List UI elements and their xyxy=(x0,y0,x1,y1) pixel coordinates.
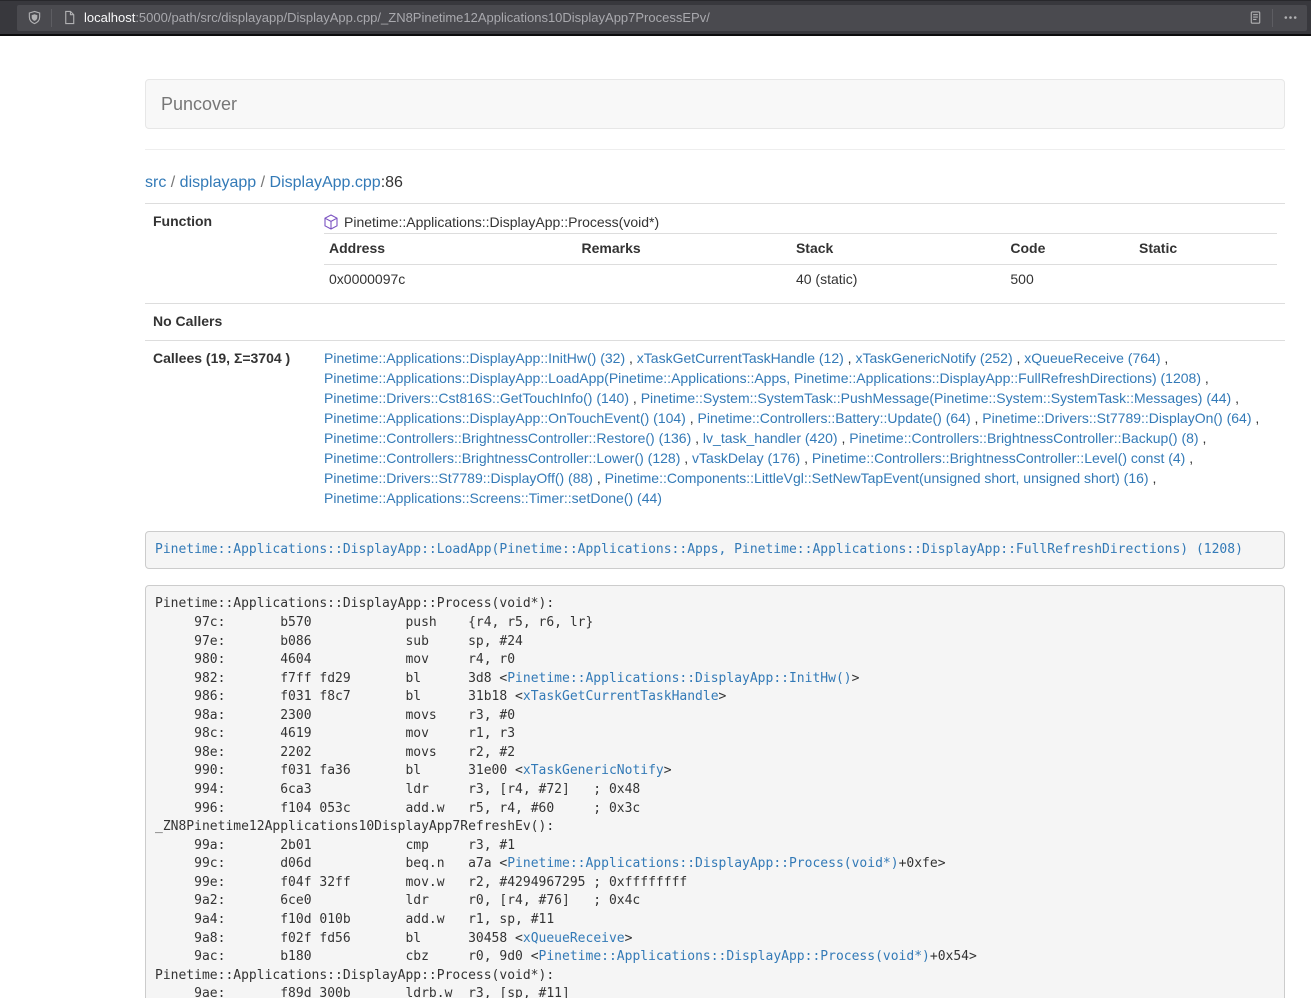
loadapp-code-box: Pinetime::Applications::DisplayApp::Load… xyxy=(145,531,1285,570)
callee-link[interactable]: Pinetime::Controllers::BrightnessControl… xyxy=(324,450,680,466)
callee-link[interactable]: xTaskGenericNotify (252) xyxy=(855,350,1012,366)
breadcrumb-separator: / xyxy=(166,174,179,191)
breadcrumb: src / displayapp / DisplayApp.cpp:86 xyxy=(145,174,1285,192)
remarks-value xyxy=(577,264,791,294)
breadcrumb-separator: / xyxy=(256,174,269,191)
url-path: :5000/path/src/displayapp/DisplayApp.cpp… xyxy=(135,10,710,25)
col-header-static: Static xyxy=(1134,234,1277,265)
url-text[interactable]: localhost:5000/path/src/displayapp/Displ… xyxy=(84,10,1244,25)
col-header-stack: Stack xyxy=(791,234,1005,265)
callee-link[interactable]: vTaskDelay (176) xyxy=(692,450,800,466)
stack-value: 40 (static) xyxy=(791,264,1005,294)
function-name-line: Pinetime::Applications::DisplayApp::Proc… xyxy=(324,212,1277,232)
table-row-function: Function Pinetime::Applications::Display… xyxy=(145,204,1285,304)
brand-link[interactable]: Puncover xyxy=(146,94,252,115)
loadapp-link[interactable]: Pinetime::Applications::DisplayApp::Load… xyxy=(155,542,1243,557)
col-header-address: Address xyxy=(324,234,577,265)
callee-link[interactable]: Pinetime::Components::LittleVgl::SetNewT… xyxy=(605,470,1149,486)
callee-link[interactable]: Pinetime::Applications::DisplayApp::Load… xyxy=(324,370,1201,386)
asm-symbol-link[interactable]: xTaskGenericNotify xyxy=(523,763,664,778)
callee-link[interactable]: Pinetime::Drivers::St7789::DisplayOff() … xyxy=(324,470,593,486)
col-header-code: Code xyxy=(1005,234,1134,265)
callee-link[interactable]: Pinetime::Applications::DisplayApp::Init… xyxy=(324,350,625,366)
package-cube-icon xyxy=(324,214,338,230)
table-row-callees: Callees (19, Σ=3704 ) Pinetime::Applicat… xyxy=(145,340,1285,516)
callee-link[interactable]: Pinetime::Drivers::Cst816S::GetTouchInfo… xyxy=(324,390,629,406)
callee-link[interactable]: Pinetime::System::SystemTask::PushMessag… xyxy=(641,390,1232,406)
breadcrumb-link[interactable]: DisplayApp.cpp xyxy=(270,174,381,191)
callee-link[interactable]: Pinetime::Controllers::BrightnessControl… xyxy=(324,430,691,446)
breadcrumb-link[interactable]: displayapp xyxy=(180,174,257,191)
col-header-remarks: Remarks xyxy=(577,234,791,265)
breadcrumb-link[interactable]: src xyxy=(145,174,166,191)
page-container: Puncover src / displayapp / DisplayApp.c… xyxy=(145,79,1285,998)
callee-link[interactable]: Pinetime::Controllers::Battery::Update()… xyxy=(698,410,971,426)
function-row-label: Function xyxy=(145,204,316,304)
function-table: Function Pinetime::Applications::Display… xyxy=(145,203,1285,517)
detail-value-row: 0x0000097c 40 (static) 500 xyxy=(324,264,1277,294)
asm-symbol-link[interactable]: Pinetime::Applications::DisplayApp::Proc… xyxy=(507,856,898,871)
code-value: 500 xyxy=(1005,264,1134,294)
divider xyxy=(145,149,1285,150)
shield-icon[interactable] xyxy=(23,7,45,29)
asm-symbol-link[interactable]: Pinetime::Applications::DisplayApp::Proc… xyxy=(539,949,930,964)
no-callers-label: No Callers xyxy=(145,303,316,340)
urlbar-divider xyxy=(51,9,52,27)
callee-link[interactable]: Pinetime::Applications::Screens::Timer::… xyxy=(324,490,662,506)
callees-list: Pinetime::Applications::DisplayApp::Init… xyxy=(316,340,1285,516)
navbar: Puncover xyxy=(145,79,1285,129)
function-name: Pinetime::Applications::DisplayApp::Proc… xyxy=(344,212,659,232)
browser-toolbar: localhost:5000/path/src/displayapp/Displ… xyxy=(0,0,1311,36)
page-actions-ellipsis-icon[interactable] xyxy=(1279,7,1301,29)
callee-link[interactable]: xTaskGetCurrentTaskHandle (12) xyxy=(637,350,844,366)
callee-link[interactable]: Pinetime::Controllers::BrightnessControl… xyxy=(812,450,1185,466)
function-detail-table: Address Remarks Stack Code Static 0x0000… xyxy=(324,233,1277,295)
disassembly-box: Pinetime::Applications::DisplayApp::Proc… xyxy=(145,585,1285,998)
address-value: 0x0000097c xyxy=(324,264,577,294)
static-value xyxy=(1134,264,1277,294)
url-bar[interactable]: localhost:5000/path/src/displayapp/Displ… xyxy=(17,5,1307,31)
callee-link[interactable]: lv_task_handler (420) xyxy=(703,430,838,446)
callee-link[interactable]: Pinetime::Controllers::BrightnessControl… xyxy=(849,430,1198,446)
detail-header-row: Address Remarks Stack Code Static xyxy=(324,234,1277,265)
table-row-no-callers: No Callers xyxy=(145,303,1285,340)
asm-symbol-link[interactable]: Pinetime::Applications::DisplayApp::Init… xyxy=(507,671,851,686)
callee-link[interactable]: Pinetime::Applications::DisplayApp::OnTo… xyxy=(324,410,686,426)
callee-link[interactable]: Pinetime::Drivers::St7789::DisplayOn() (… xyxy=(982,410,1251,426)
asm-symbol-link[interactable]: xTaskGetCurrentTaskHandle xyxy=(523,689,719,704)
url-host: localhost xyxy=(84,10,135,25)
asm-symbol-link[interactable]: xQueueReceive xyxy=(523,931,625,946)
page-icon[interactable] xyxy=(58,7,80,29)
reader-mode-icon[interactable] xyxy=(1244,7,1266,29)
callee-link[interactable]: xQueueReceive (764) xyxy=(1024,350,1160,366)
urlbar-divider xyxy=(1272,9,1273,27)
callees-label: Callees (19, Σ=3704 ) xyxy=(145,340,316,516)
